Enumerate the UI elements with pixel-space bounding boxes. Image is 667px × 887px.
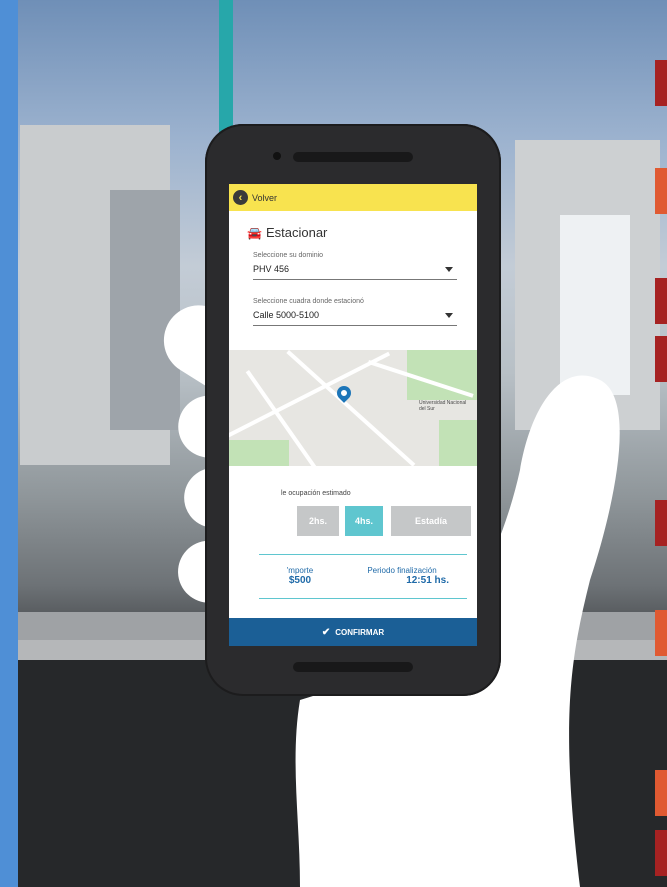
check-icon: ✔ <box>321 626 331 638</box>
page-title: Estacionar <box>265 225 328 240</box>
periodo-value: 12:51 hs. <box>406 575 449 586</box>
back-button[interactable]: Volver <box>252 193 277 203</box>
importe-value: $500 <box>288 575 312 586</box>
front-camera <box>273 152 281 160</box>
earpiece <box>293 152 413 162</box>
cuadra-select[interactable]: Seleccione cuadra donde estacionó Calle … <box>253 298 457 326</box>
confirm-button[interactable]: ✔ CONFIRMAR <box>229 618 477 646</box>
confirm-label: CONFIRMAR <box>335 627 385 637</box>
time-options: 2hs. 4hs. Estadía <box>229 506 477 536</box>
app-screen: ‹ Volver 🚘 Estacionar Seleccione su domi… <box>229 184 477 646</box>
dominio-select[interactable]: Seleccione su dominio PHV 456 <box>253 252 457 280</box>
importe-block: 'mporte $500 <box>275 566 325 586</box>
ocupacion-label: le ocupación estimado <box>281 490 351 497</box>
map-park <box>229 440 289 466</box>
option-4hs[interactable]: 4hs. <box>345 506 383 536</box>
option-estadia[interactable]: Estadía <box>391 506 471 536</box>
dominio-value[interactable]: PHV 456 <box>253 259 457 280</box>
periodo-label: Periodo finalización <box>367 566 437 575</box>
caret-down-icon[interactable] <box>445 313 453 318</box>
caret-down-icon[interactable] <box>445 267 453 272</box>
cuadra-label: Seleccione cuadra donde estacionó <box>253 298 364 305</box>
cuadra-value[interactable]: Calle 5000-5100 <box>253 305 457 326</box>
car-icon: 🚘 <box>247 225 262 240</box>
map-place-label: Universidad Nacional del Sur <box>419 400 467 412</box>
location-pin-icon <box>334 383 354 403</box>
page-header: 🚘 Estacionar <box>229 211 477 240</box>
map-street <box>229 351 391 442</box>
bottom-speaker <box>293 662 413 672</box>
dominio-label: Seleccione su dominio <box>253 252 324 259</box>
chevron-left-icon[interactable]: ‹ <box>233 190 248 205</box>
summary-divider-top <box>259 554 467 555</box>
summary-divider-bottom <box>259 598 467 599</box>
periodo-block: Periodo finalización 12:51 hs. <box>347 566 457 586</box>
phone-device: ‹ Volver 🚘 Estacionar Seleccione su domi… <box>205 124 501 696</box>
option-2hs[interactable]: 2hs. <box>297 506 339 536</box>
map-park <box>439 420 477 466</box>
top-bar: ‹ Volver <box>229 184 477 211</box>
map-street <box>286 350 416 466</box>
map-view[interactable]: Universidad Nacional del Sur <box>229 350 477 466</box>
importe-label: 'mporte <box>286 566 314 575</box>
